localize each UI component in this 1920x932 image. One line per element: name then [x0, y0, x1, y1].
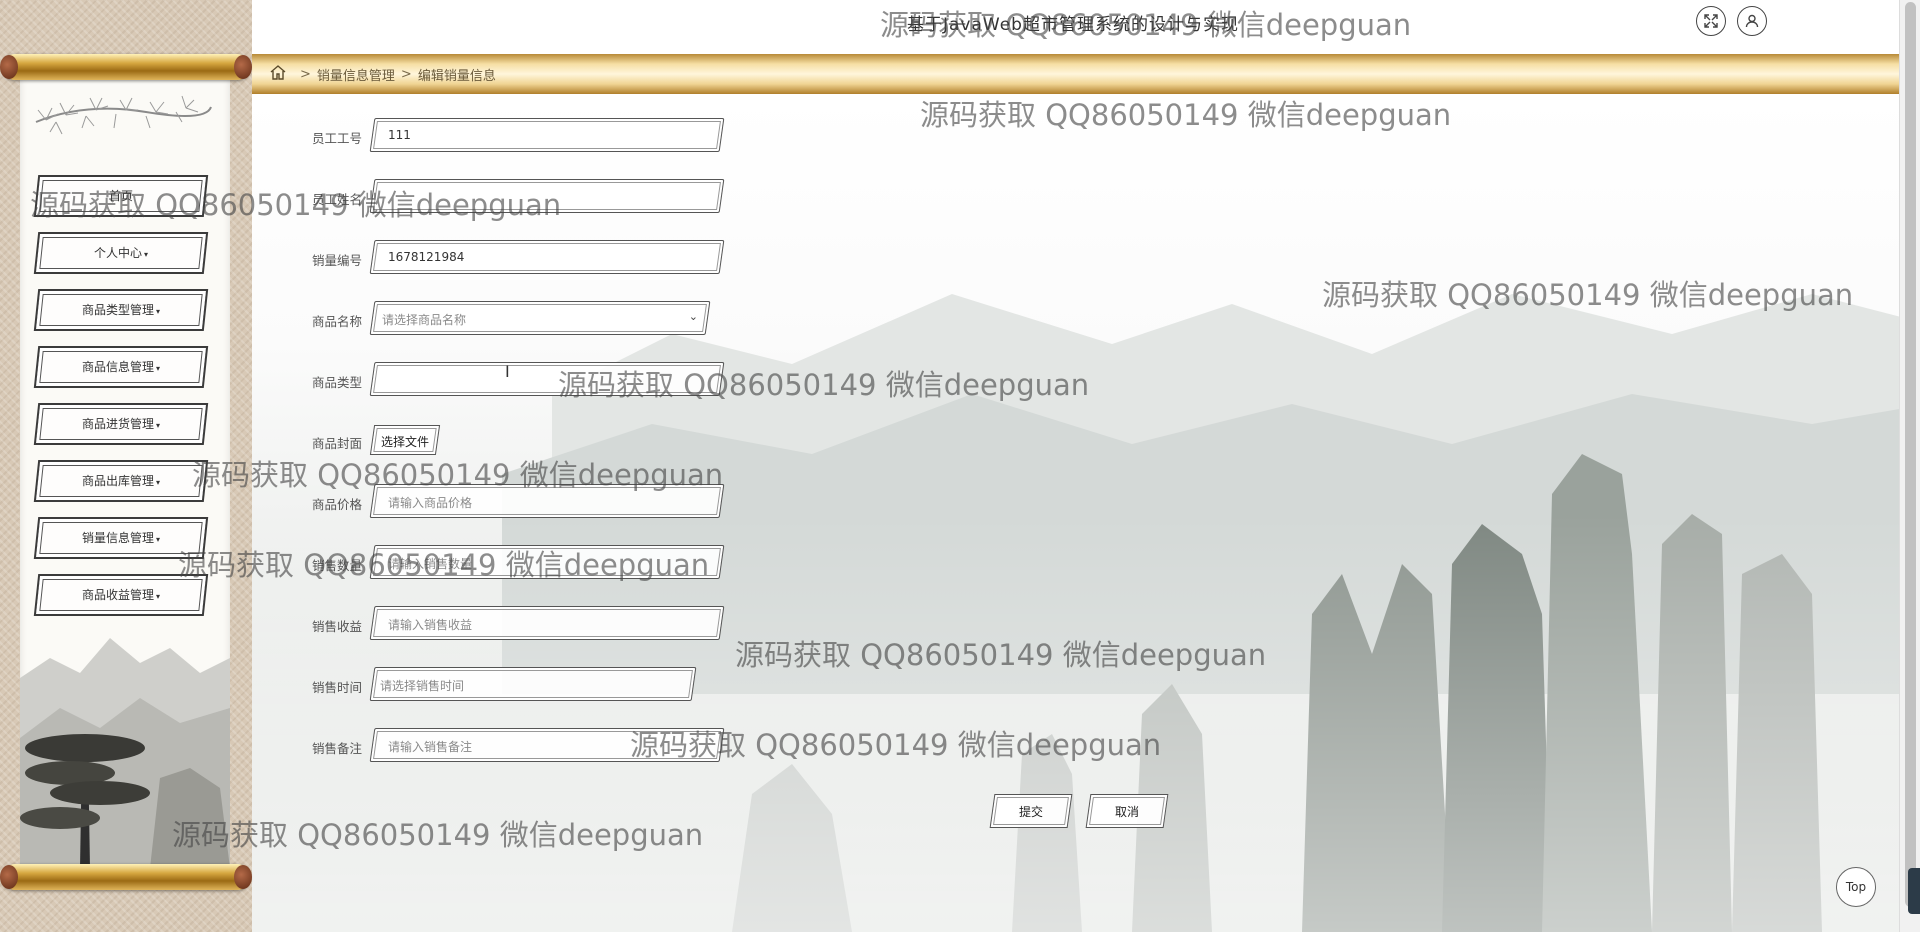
sidebar-item-product-purchase[interactable]: 商品进货管理 ▾: [33, 403, 209, 445]
sidebar-item-product-outbound[interactable]: 商品出库管理 ▾: [33, 460, 209, 502]
form-row-sales-revenue: 销售收益 请输入销售收益: [252, 606, 972, 642]
sales-quantity-input[interactable]: 请输入销售数量: [369, 545, 725, 579]
product-type-label: 商品类型: [311, 375, 362, 390]
sales-remark-label: 销售备注: [311, 741, 362, 756]
back-to-top-button[interactable]: Top: [1836, 867, 1876, 907]
product-price-label: 商品价格: [311, 497, 362, 512]
caret-down-icon: ▾: [156, 421, 161, 430]
employee-name-label: 员工姓名: [311, 192, 362, 207]
caret-down-icon: ▾: [156, 535, 161, 544]
employee-id-label: 员工工号: [311, 131, 362, 146]
text-cursor-icon: I: [505, 362, 510, 381]
pine-branch-image: [35, 95, 212, 135]
employee-id-input[interactable]: 111: [369, 118, 725, 152]
breadcrumb-item-sales-management[interactable]: 销量信息管理: [317, 65, 395, 84]
sidebar-item-label: 商品类型管理: [81, 303, 154, 317]
caret-down-icon: ▾: [156, 364, 161, 373]
form-row-sales-quantity: 销售数量 请输入销售数量: [252, 545, 972, 581]
sidebar-item-label: 个人中心: [93, 246, 142, 260]
sales-quantity-label: 销售数量: [311, 558, 362, 573]
submit-button[interactable]: 提交: [989, 794, 1073, 828]
choose-file-button[interactable]: 选择文件: [369, 425, 441, 455]
product-type-input[interactable]: [369, 362, 725, 396]
form-row-sales-remark: 销售备注 请输入销售备注: [252, 728, 972, 764]
breadcrumb-item-edit-sales: 编辑销量信息: [417, 68, 496, 84]
sales-number-label: 销量编号: [311, 253, 362, 268]
product-name-label: 商品名称: [311, 314, 362, 329]
sales-remark-input[interactable]: 请输入销售备注: [369, 728, 725, 762]
home-icon[interactable]: [270, 64, 286, 84]
sales-revenue-input[interactable]: 请输入销售收益: [369, 606, 725, 640]
sidebar-item-personal-center[interactable]: 个人中心 ▾: [33, 232, 209, 274]
breadcrumb-separator: >: [300, 66, 311, 82]
form-row-product-cover: 商品封面 选择文件: [252, 423, 972, 459]
sidebar-item-home[interactable]: 首页: [33, 175, 209, 217]
sidebar-item-label: 首页: [108, 189, 133, 203]
pine-mountain-painting: [20, 638, 230, 868]
sales-time-label: 销售时间: [311, 680, 362, 695]
sidebar-item-product-info[interactable]: 商品信息管理 ▾: [33, 346, 209, 388]
sidebar-item-label: 商品信息管理: [81, 360, 154, 374]
product-name-select[interactable]: 请选择商品名称 ⌄: [369, 301, 711, 335]
product-price-input[interactable]: 请输入商品价格: [369, 484, 725, 518]
product-cover-label: 商品封面: [311, 436, 362, 451]
sales-revenue-label: 销售收益: [311, 619, 362, 634]
user-icon[interactable]: [1737, 6, 1767, 36]
top-header: 基于JavaWeb超市管理系统的设计与实现: [252, 0, 1900, 54]
form-row-product-name: 商品名称 请选择商品名称 ⌄: [252, 301, 972, 337]
caret-down-icon: ▾: [156, 592, 161, 601]
fullscreen-icon[interactable]: [1696, 6, 1726, 36]
side-edge-tab[interactable]: [1908, 868, 1920, 914]
sales-time-input[interactable]: 请选择销售时间: [369, 667, 697, 701]
sidebar-item-product-type[interactable]: 商品类型管理 ▾: [33, 289, 209, 331]
form-row-employee-id: 员工工号 111: [252, 118, 972, 154]
sales-number-input[interactable]: 1678121984: [369, 240, 725, 274]
form-row-product-type: 商品类型: [252, 362, 972, 398]
scroll-rod-bottom: [0, 864, 252, 890]
scroll-rod-top: [0, 54, 252, 80]
caret-down-icon: ▾: [156, 307, 161, 316]
sidebar-item-product-revenue[interactable]: 商品收益管理 ▾: [33, 574, 209, 616]
caret-down-icon: ▾: [156, 478, 161, 487]
breadcrumb-separator: >: [400, 66, 412, 82]
employee-name-input[interactable]: [369, 179, 725, 213]
sidebar-item-label: 商品出库管理: [81, 474, 154, 488]
sidebar-item-label: 销量信息管理: [81, 531, 154, 545]
sidebar-menu: 首页 个人中心 ▾ 商品类型管理 ▾ 商品信息管理 ▾ 商品进货管理 ▾ 商品出库管理 ▾…: [33, 175, 216, 631]
form-row-sales-number: 销量编号 1678121984: [252, 240, 972, 276]
sidebar-item-label: 商品收益管理: [81, 588, 154, 602]
sidebar: 首页 个人中心 ▾ 商品类型管理 ▾ 商品信息管理 ▾ 商品进货管理 ▾ 商品出库管理 ▾…: [0, 0, 252, 932]
sidebar-item-label: 商品进货管理: [81, 417, 154, 431]
page-scrollbar[interactable]: [1899, 0, 1920, 932]
form-row-product-price: 商品价格 请输入商品价格: [252, 484, 972, 520]
site-title: 基于JavaWeb超市管理系统的设计与实现: [907, 15, 1239, 35]
sidebar-item-sales-info[interactable]: 销量信息管理 ▾: [33, 517, 209, 559]
form-row-employee-name: 员工姓名: [252, 179, 972, 215]
cancel-button[interactable]: 取消: [1085, 794, 1169, 828]
form-row-sales-time: 销售时间 请选择销售时间: [252, 667, 972, 703]
scrollbar-thumb[interactable]: [1905, 2, 1916, 907]
caret-down-icon: ▾: [144, 250, 149, 259]
breadcrumb: > 销量信息管理 > 编辑销量信息: [252, 54, 1900, 94]
chevron-down-icon: ⌄: [688, 310, 698, 323]
